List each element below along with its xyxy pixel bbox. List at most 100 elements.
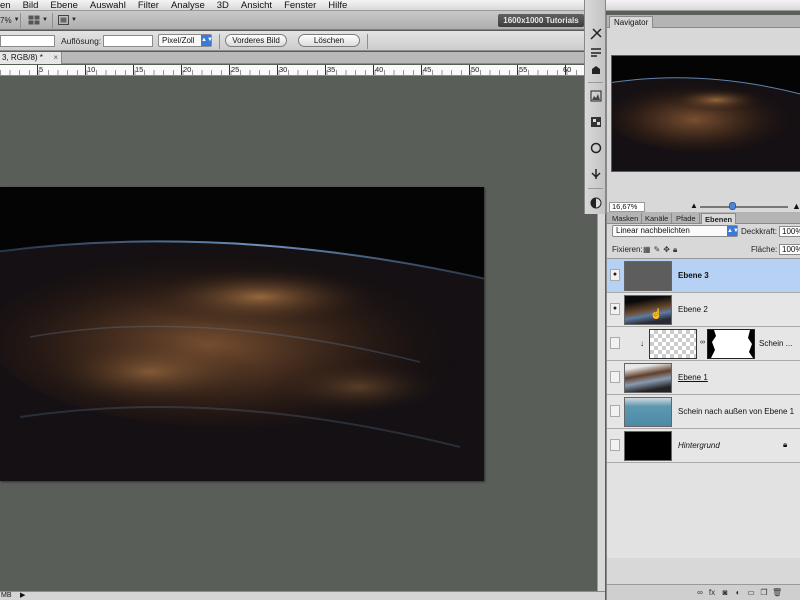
menu-item-ansicht[interactable]: Ansicht <box>235 0 278 11</box>
zoom-input[interactable]: 16,67% <box>609 202 645 212</box>
ruler-label: 55 <box>519 65 528 74</box>
eye-icon[interactable] <box>610 405 620 417</box>
layer-thumbnail <box>624 431 672 461</box>
zoom-in-icon[interactable]: ▲ <box>792 201 800 211</box>
menu-item-auswahl[interactable]: Auswahl <box>84 0 132 11</box>
ruler-label: 10 <box>87 65 96 74</box>
options-bar: Auflösung: Pixel/Zoll ▲▼ Vorderes Bild L… <box>0 31 584 51</box>
ruler-label: 15 <box>135 65 144 74</box>
document-tab-bar: 3, RGB/8) * × <box>0 52 584 64</box>
layer-style-icon[interactable]: fx <box>707 588 717 598</box>
ruler-label: 40 <box>375 65 384 74</box>
eye-icon[interactable] <box>610 337 620 349</box>
menu-item-ebene[interactable]: Ebene <box>44 0 83 11</box>
clear-button[interactable]: Löschen <box>298 34 360 47</box>
layer-row-hintergrund[interactable]: Hintergrund 🔒︎ <box>607 429 800 463</box>
menu-item[interactable]: en <box>0 0 17 11</box>
navigator-preview[interactable] <box>611 55 800 172</box>
lock-paint-icon[interactable]: ✎ <box>654 245 661 255</box>
tab-masks[interactable]: Masken <box>609 213 643 224</box>
layer-mask-thumbnail[interactable] <box>707 329 755 359</box>
tools-icon[interactable] <box>588 26 603 41</box>
menu-item-3d[interactable]: 3D <box>211 0 235 11</box>
opacity-label: Deckkraft: <box>741 227 778 236</box>
layers-footer-toolbar: ∞ fx ◙ ◐ ▭ ❐ 🗑︎ <box>607 584 800 600</box>
arrange-documents-icon[interactable]: ▼ <box>28 14 48 26</box>
lock-all-icon[interactable]: 🔒︎ <box>673 245 677 255</box>
actions-icon[interactable] <box>588 166 603 181</box>
layer-row-schein[interactable]: ↓ ∞ Schein ... <box>607 327 800 361</box>
lock-transparency-icon[interactable]: ▦ <box>643 245 651 255</box>
layer-name: Ebene 3 <box>678 271 709 280</box>
unit-select[interactable]: Pixel/Zoll ▲▼ <box>158 34 213 47</box>
layer-thumbnail <box>624 397 672 427</box>
clipping-arrow-icon: ↓ <box>640 339 644 348</box>
lock-label: Fixieren: <box>612 245 643 254</box>
eye-icon[interactable]: ● <box>610 269 620 281</box>
layer-row-ebene-1[interactable]: Ebene 1 <box>607 361 800 395</box>
layer-name: Schein nach außen von Ebene 1 <box>678 407 795 416</box>
tab-navigator[interactable]: Navigator <box>609 16 654 28</box>
tab-layers[interactable]: Ebenen <box>701 213 737 224</box>
screen-mode-icon[interactable]: ▼ <box>58 14 77 26</box>
resolution-label: Auflösung: <box>61 36 102 46</box>
histogram-icon[interactable] <box>588 88 603 103</box>
menu-item-hilfe[interactable]: Hilfe <box>322 0 353 11</box>
document-tab-label: 3, RGB/8) * <box>2 53 43 62</box>
add-mask-icon[interactable]: ◙ <box>720 588 730 598</box>
layer-row-ebene-3[interactable]: ● Ebene 3 <box>607 259 800 293</box>
clone-source-icon[interactable] <box>588 62 603 77</box>
canvas-area[interactable] <box>0 77 597 591</box>
height-input[interactable] <box>0 35 55 47</box>
menu-item-fenster[interactable]: Fenster <box>278 0 322 11</box>
history-icon[interactable] <box>588 140 603 155</box>
zoom-slider-track[interactable] <box>700 206 788 208</box>
layer-name: Ebene 1 <box>678 373 708 382</box>
link-layers-icon[interactable]: ∞ <box>695 588 705 598</box>
lock-icons: ▦ ✎ ✥ 🔒︎ <box>643 245 677 255</box>
delete-layer-icon[interactable]: 🗑︎ <box>772 588 782 598</box>
separator <box>588 82 603 83</box>
menu-item-analyse[interactable]: Analyse <box>165 0 211 11</box>
brush-presets-icon[interactable] <box>588 44 603 59</box>
zoom-level-select[interactable]: 7% ▼ <box>0 14 20 26</box>
ruler-label: 20 <box>183 65 192 74</box>
panel-icon-strip <box>584 0 606 214</box>
menu-item-filter[interactable]: Filter <box>132 0 165 11</box>
separator <box>52 13 53 28</box>
document-image[interactable] <box>0 187 484 481</box>
color-icon[interactable] <box>588 195 603 210</box>
status-menu-arrow-icon[interactable]: ▶ <box>20 592 25 600</box>
layer-row-ebene-2[interactable]: ● Ebene 2 ☝ <box>607 293 800 327</box>
close-icon[interactable]: × <box>53 52 58 64</box>
zoom-out-icon[interactable]: ▲ <box>690 201 698 210</box>
eye-icon[interactable] <box>610 371 620 383</box>
new-group-icon[interactable]: ▭ <box>746 588 756 598</box>
opacity-input[interactable]: 100% <box>779 226 800 237</box>
layer-thumbnail <box>624 363 672 393</box>
resolution-input[interactable] <box>103 35 153 47</box>
eye-icon[interactable] <box>610 439 620 451</box>
menu-item-bild[interactable]: Bild <box>17 0 45 11</box>
separator <box>219 34 220 49</box>
zoom-slider-thumb[interactable] <box>729 202 736 210</box>
eye-icon[interactable]: ● <box>610 303 620 315</box>
layer-row-schein-nach-aussen[interactable]: Schein nach außen von Ebene 1 <box>607 395 800 429</box>
planet-earth-image <box>0 187 484 481</box>
workspace-button[interactable]: 1600x1000 Tutorials <box>498 14 584 27</box>
tab-channels[interactable]: Kanäle <box>642 213 673 224</box>
front-image-button[interactable]: Vorderes Bild <box>225 34 287 47</box>
fill-input[interactable]: 100% <box>779 244 800 255</box>
blend-mode-select[interactable]: Linear nachbelichten ▲▼ <box>612 225 739 237</box>
tab-paths[interactable]: Pfade <box>673 213 700 224</box>
zoom-level-value: 7% <box>0 15 12 25</box>
ruler-label: 60 <box>563 65 572 74</box>
info-icon[interactable] <box>588 114 603 129</box>
adjustment-layer-icon[interactable]: ◐ <box>733 588 743 598</box>
ruler-major-ticks <box>37 65 584 75</box>
lock-position-icon[interactable]: ✥ <box>663 245 670 255</box>
document-tab[interactable]: 3, RGB/8) * × <box>0 52 62 64</box>
new-layer-icon[interactable]: ❐ <box>759 588 769 598</box>
layer-thumbnail <box>624 261 672 291</box>
unit-select-value: Pixel/Zoll <box>162 36 195 45</box>
